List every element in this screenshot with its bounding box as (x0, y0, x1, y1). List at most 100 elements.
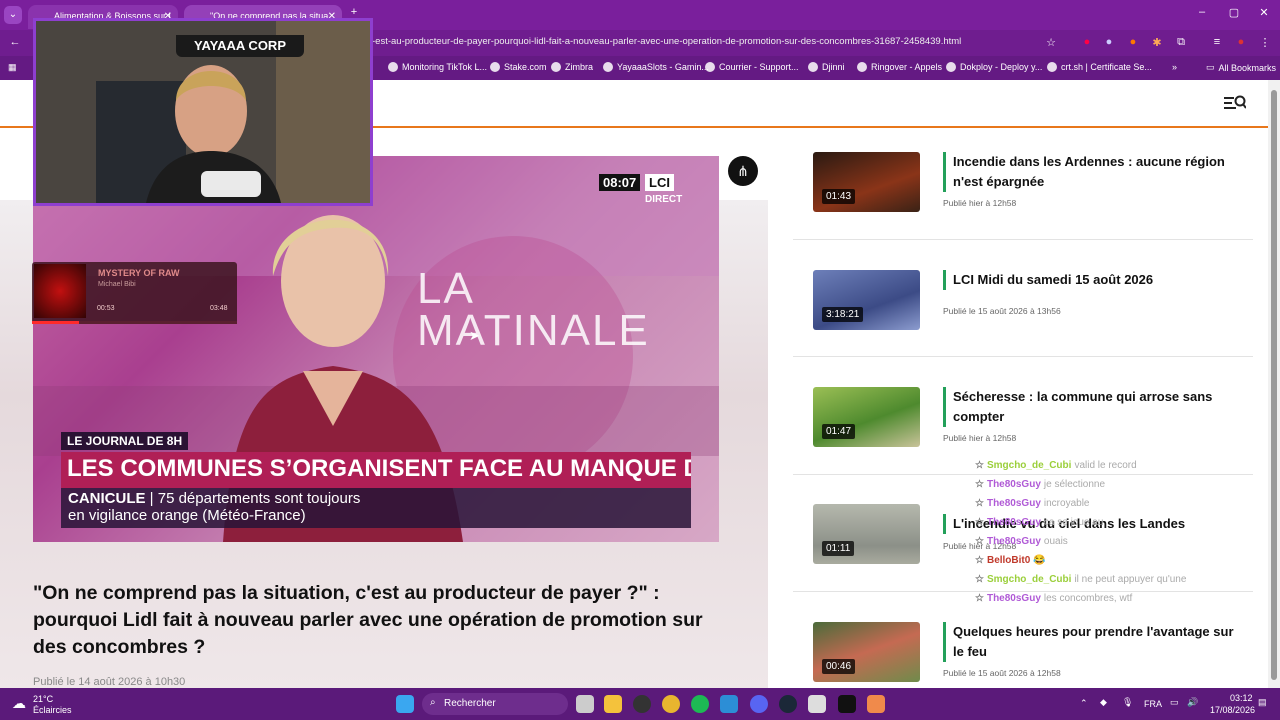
share-button[interactable]: ⋔ (728, 156, 758, 186)
extension-icon[interactable]: ✱ (1150, 36, 1164, 50)
card-title[interactable]: Incendie dans les Ardennes : aucune régi… (943, 152, 1243, 192)
minimize-button[interactable]: – (1192, 6, 1212, 18)
article-date: Publié le 14 août 2026 à 10h30 (33, 676, 186, 688)
card-title[interactable]: LCI Midi du samedi 15 août 2026 (943, 270, 1243, 290)
ticker-bold: CANICULE (68, 490, 146, 507)
spotify-icon[interactable] (691, 695, 709, 713)
kebab-menu-icon[interactable]: ⋮ (1258, 36, 1272, 50)
chat-username: The80sGuy (986, 479, 1041, 490)
extension-icon[interactable]: ● (1080, 36, 1094, 50)
chat-message: ☆ The80sGuy je sélectionne (975, 475, 1255, 494)
chat-text: il ne peut appuyer qu'une (1074, 574, 1187, 585)
extension-icon[interactable]: ● (1126, 36, 1140, 50)
chat-username: The80sGuy (986, 593, 1041, 604)
apps-grid-icon[interactable]: ▦ (8, 62, 17, 73)
extension-icon[interactable]: ● (1102, 36, 1116, 50)
video-thumbnail[interactable]: 00:46 (813, 622, 920, 682)
vscode-icon[interactable] (720, 695, 738, 713)
related-video-card[interactable]: 01:47 Sécheresse : la commune qui arrose… (813, 387, 1253, 457)
bookmark-item[interactable]: Ringover - Appels (857, 62, 942, 72)
clock-date[interactable]: 17/08/2026 (1210, 705, 1255, 715)
weather-desc: Éclaircies (33, 705, 72, 715)
card-date: Publié hier à 12h58 (943, 433, 1017, 443)
network-icon[interactable]: ▭ (1170, 697, 1179, 708)
address-bar[interactable]: -est-au-producteur-de-payer-pourquoi-lid… (372, 36, 961, 47)
all-bookmarks[interactable]: ▭ All Bookmarks (1206, 62, 1276, 73)
bookmark-item[interactable]: Monitoring TikTok L... (388, 62, 487, 72)
album-art (34, 264, 86, 318)
scrollbar[interactable] (1268, 80, 1280, 688)
bookmark-label: Stake.com (504, 62, 547, 72)
tray-icon[interactable]: ◆ (1100, 697, 1107, 708)
reading-list-icon[interactable]: ≡ (1210, 36, 1224, 50)
badge-icon: ☆ (975, 517, 984, 528)
track-title: MYSTERY OF RAW (98, 268, 180, 278)
discord-icon[interactable] (750, 695, 768, 713)
chat-message: ☆ BelloBit0 😂 (975, 551, 1255, 570)
bookmark-item[interactable]: crt.sh | Certificate Se... (1047, 62, 1152, 72)
chat-overlay: ☆ Smgcho_de_Cubi valid le record ☆ The80sGuy… (975, 456, 1255, 608)
microphone-icon[interactable]: 🎙 (1122, 697, 1133, 708)
video-thumbnail[interactable]: 3:18:21 (813, 270, 920, 330)
share-icon: ⋔ (737, 163, 749, 179)
taskbar-search[interactable]: ⌕ Rechercher (422, 693, 568, 715)
maximize-button[interactable]: ▢ (1224, 6, 1244, 19)
close-window-button[interactable]: ✕ (1254, 6, 1274, 19)
divider (793, 239, 1253, 240)
menu-search-icon[interactable] (1224, 94, 1246, 112)
notification-icon[interactable]: ▤ (1258, 697, 1267, 708)
app-icon[interactable] (838, 695, 856, 713)
clock-time[interactable]: 03:12 (1230, 693, 1253, 703)
card-title[interactable]: Quelques heures pour prendre l'avantage … (943, 622, 1243, 662)
chevron-up-icon[interactable]: ⌃ (1080, 698, 1088, 709)
video-player[interactable]: 08:07 LCI DIRECT LA MATINALE LE JOURNAL … (33, 156, 719, 542)
cursor-icon: ➤ (469, 328, 480, 343)
chat-text: incroyable (1043, 498, 1090, 509)
obs-icon[interactable] (633, 695, 651, 713)
badge-icon: ☆ (975, 574, 984, 585)
chat-message: ☆ The80sGuy les concombres, wtf (975, 589, 1255, 608)
file-explorer-icon[interactable] (604, 695, 622, 713)
weather-temp: 21°C (33, 694, 54, 704)
bookmark-item[interactable]: Courrier - Support... (705, 62, 799, 72)
volume-icon[interactable]: 🔊 (1187, 697, 1198, 708)
back-arrow-icon[interactable]: ← (8, 36, 22, 50)
card-title[interactable]: Sécheresse : la commune qui arrose sans … (943, 387, 1243, 427)
badge-icon: ☆ (975, 555, 984, 566)
chat-text: les concombres, wtf (1043, 593, 1133, 604)
scrollbar-thumb[interactable] (1271, 90, 1277, 680)
chevron-right-icon[interactable]: » (1172, 62, 1177, 72)
video-thumbnail[interactable]: 01:47 (813, 387, 920, 447)
app-icon[interactable] (808, 695, 826, 713)
star-icon[interactable]: ☆ (1044, 36, 1058, 50)
bookmark-item[interactable]: YayaaaSlots - Gamin... (603, 62, 709, 72)
bookmark-item[interactable]: Djinni (808, 62, 845, 72)
video-thumbnail[interactable]: 01:43 (813, 152, 920, 212)
steam-icon[interactable] (779, 695, 797, 713)
chat-username: Smgcho_de_Cubi (986, 460, 1072, 471)
search-icon: ⌕ (430, 697, 436, 708)
headline-bar: LES COMMUNES S’ORGANISENT FACE AU MANQUE… (61, 452, 691, 488)
bookmark-item[interactable]: Zimbra (551, 62, 593, 72)
puzzle-icon[interactable]: ⧉ (1174, 36, 1188, 50)
video-thumbnail[interactable]: 01:11 (813, 504, 920, 564)
chat-username: The80sGuy (986, 498, 1041, 509)
chrome-icon[interactable] (662, 695, 680, 713)
related-video-card[interactable]: 01:43 Incendie dans les Ardennes : aucun… (813, 152, 1253, 222)
bookmark-item[interactable]: Dokploy - Deploy y... (946, 62, 1042, 72)
start-button[interactable] (396, 695, 414, 713)
related-video-card[interactable]: 00:46 Quelques heures pour prendre l'ava… (813, 622, 1253, 688)
language-indicator[interactable]: FRA (1144, 699, 1162, 709)
bookmark-label: Monitoring TikTok L... (402, 62, 488, 72)
avatar[interactable]: ● (1234, 36, 1248, 50)
track-artist: Michael Bibi (98, 281, 136, 288)
duration-badge: 00:46 (822, 659, 856, 674)
tab-search-button[interactable]: ⌄ (4, 6, 22, 24)
new-tab-button[interactable]: + (344, 6, 364, 18)
badge-icon: ☆ (975, 536, 984, 547)
app-icon[interactable] (867, 695, 885, 713)
bookmark-item[interactable]: Stake.com (490, 62, 547, 72)
related-video-card[interactable]: 3:18:21 LCI Midi du samedi 15 août 2026 … (813, 270, 1253, 340)
task-view-icon[interactable] (576, 695, 594, 713)
track-elapsed: 00:53 (97, 305, 115, 312)
